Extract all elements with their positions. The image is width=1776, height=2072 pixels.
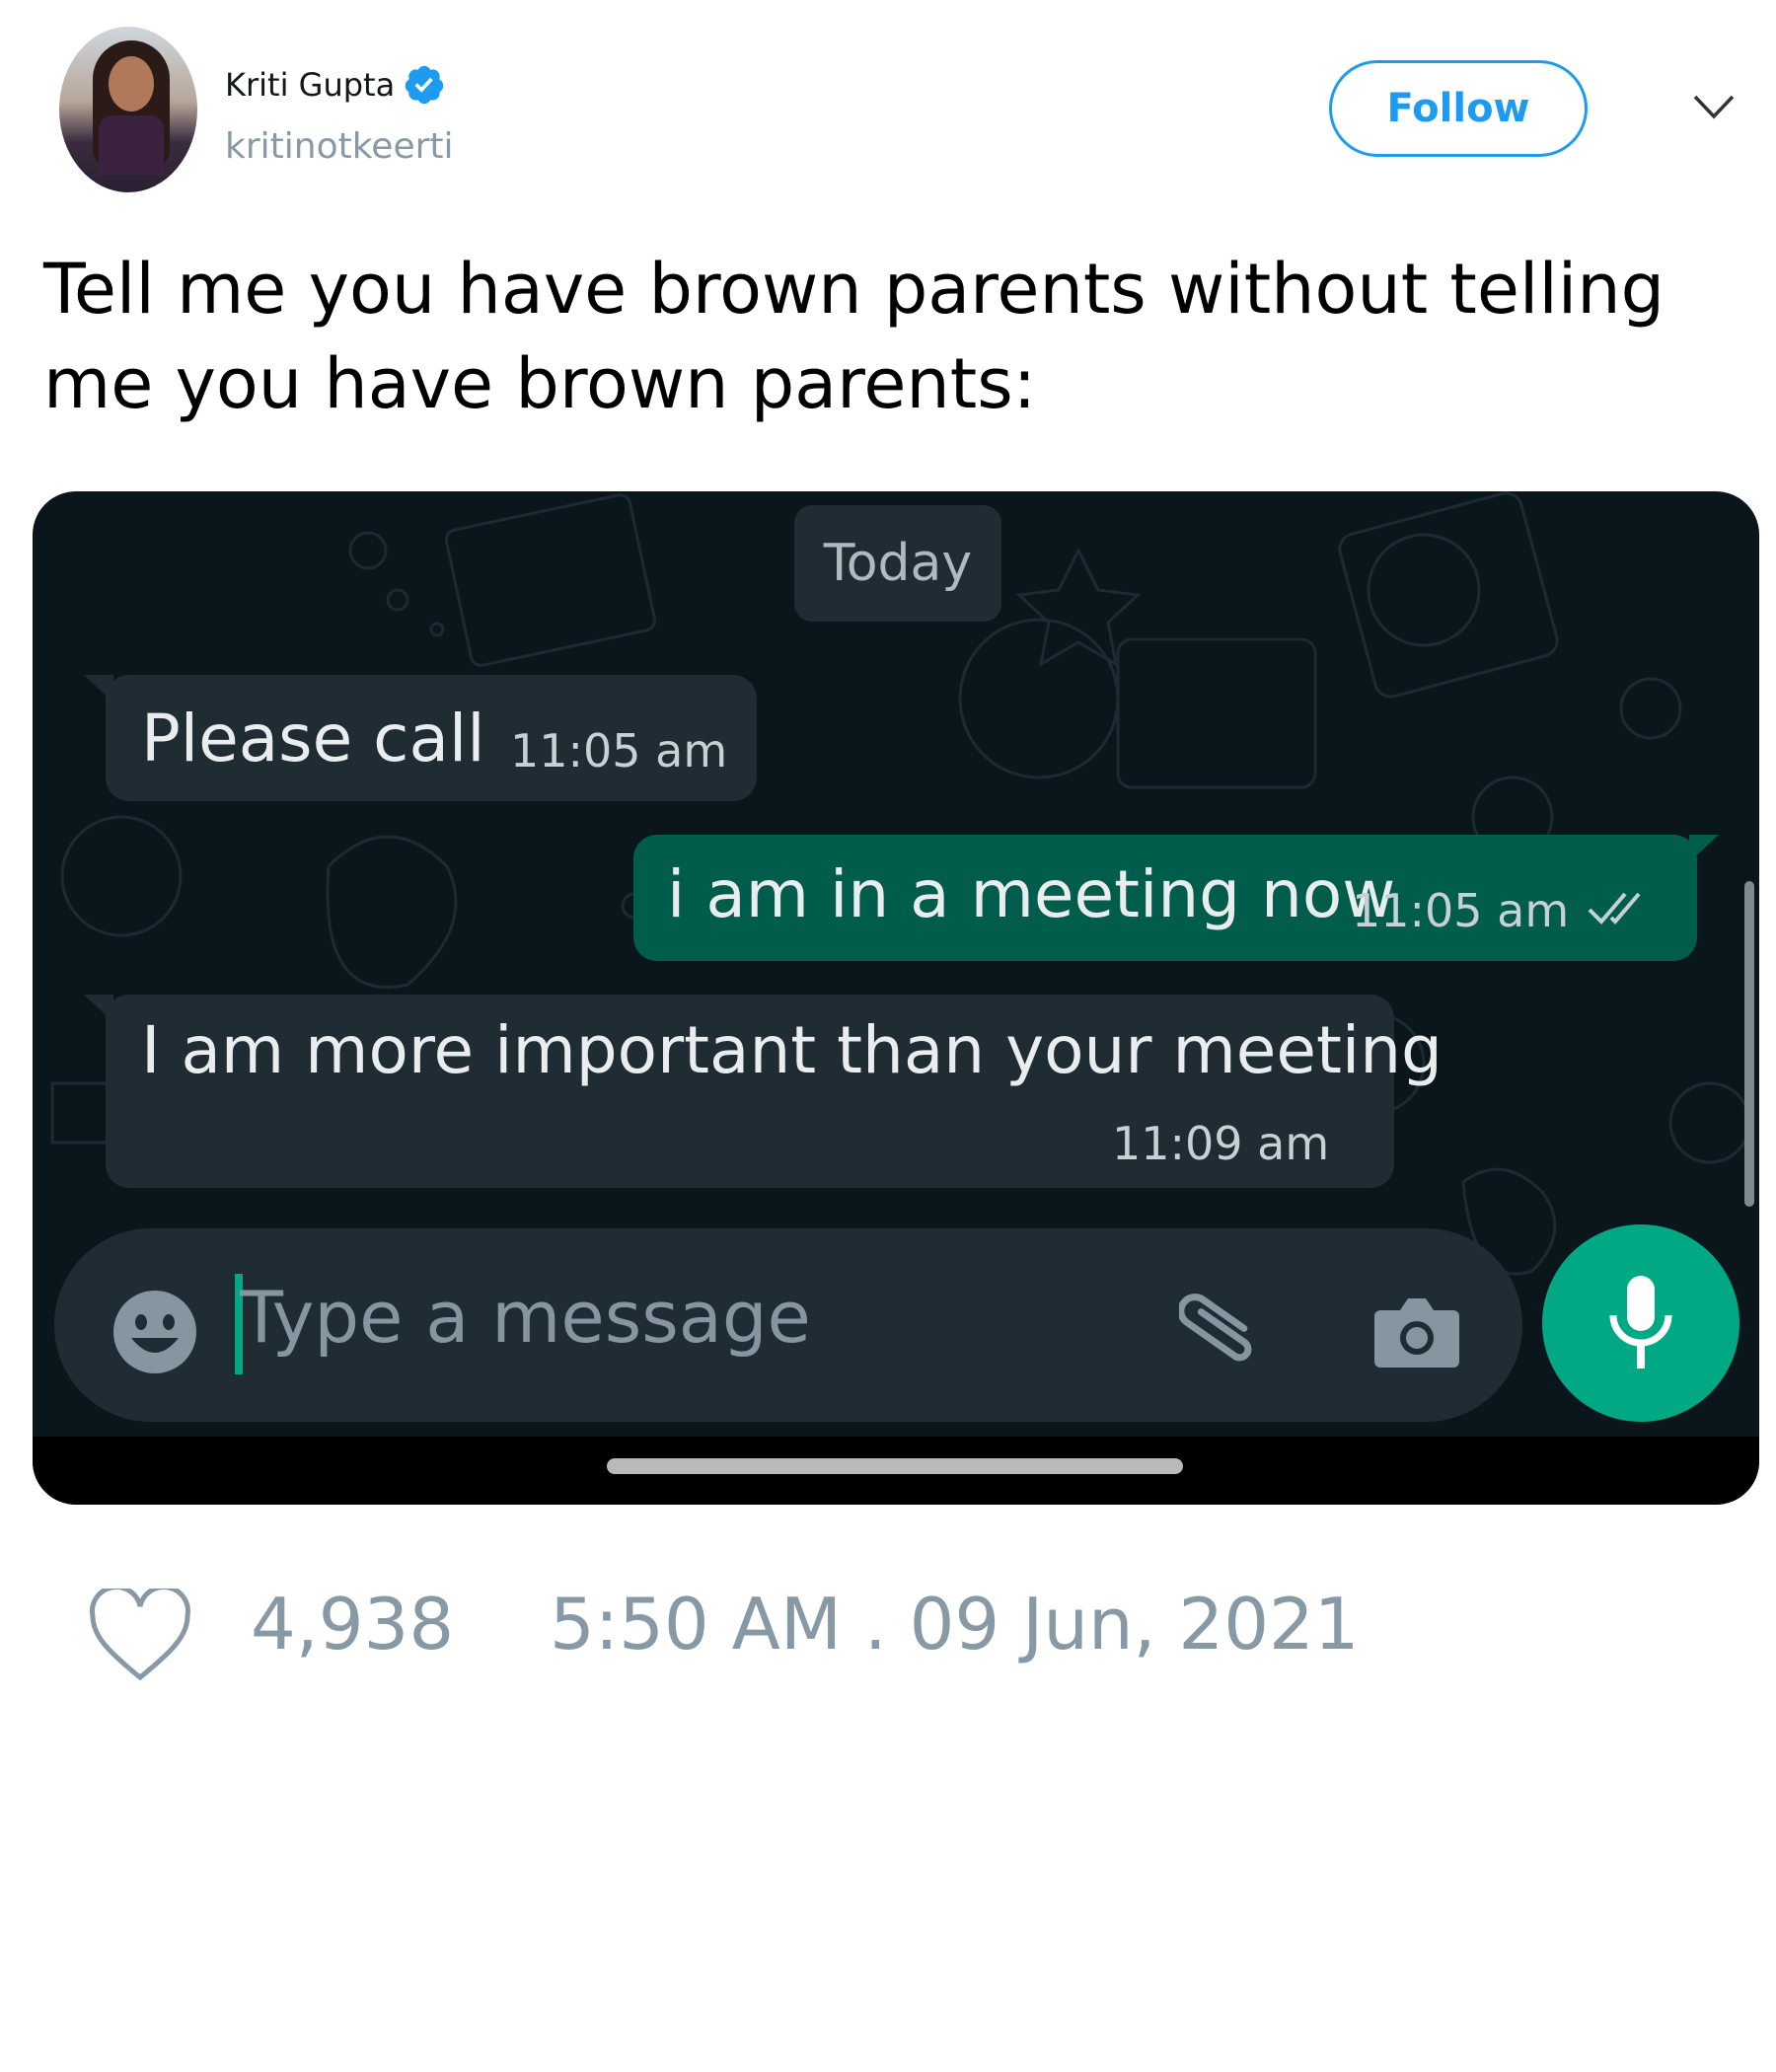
- bubble-tail: [1689, 835, 1719, 862]
- camera-icon[interactable]: [1372, 1291, 1461, 1371]
- follow-button[interactable]: Follow: [1329, 60, 1588, 157]
- tweet-text: Tell me you have brown parents without t…: [43, 249, 1665, 424]
- display-name-text: Kriti Gupta: [225, 66, 396, 104]
- avatar-face: [109, 56, 154, 111]
- verified-badge-icon: [405, 65, 444, 105]
- bubble-tail: [84, 675, 113, 703]
- message-bubble-incoming[interactable]: I am more important than your meeting 11…: [84, 995, 1443, 1188]
- message-input[interactable]: Type a message: [240, 1276, 811, 1359]
- bubble-tail: [84, 995, 113, 1022]
- message-time: 11:05 am: [1352, 884, 1570, 937]
- smiley-icon[interactable]: [111, 1289, 198, 1375]
- message-time: 11:05 am: [510, 724, 728, 777]
- chevron-down-icon[interactable]: [1689, 89, 1739, 128]
- paperclip-icon[interactable]: [1179, 1287, 1268, 1375]
- like-count: 4,938: [251, 1583, 455, 1665]
- date-divider: Today: [794, 505, 1001, 622]
- message-text: Please call: [141, 701, 485, 777]
- microphone-icon: [1609, 1276, 1672, 1369]
- tweet-timestamp[interactable]: 5:50 AM . 09 Jun, 2021: [550, 1583, 1360, 1665]
- scrollbar[interactable]: [1744, 881, 1754, 1207]
- tweet-media-image[interactable]: Today Please call 11:05 am i am in a mee…: [33, 491, 1759, 1505]
- voice-message-button[interactable]: [1542, 1224, 1739, 1422]
- display-name[interactable]: Kriti Gupta: [225, 63, 446, 107]
- heart-icon[interactable]: [89, 1589, 191, 1683]
- message-text: i am in a meeting now: [667, 856, 1396, 932]
- avatar[interactable]: [59, 27, 197, 192]
- message-bubble-outgoing[interactable]: i am in a meeting now 11:05 am: [633, 835, 1719, 961]
- message-time: 11:09 am: [1112, 1117, 1330, 1170]
- home-indicator[interactable]: [607, 1458, 1183, 1474]
- double-check-icon: [1588, 892, 1641, 925]
- message-text: I am more important than your meeting: [141, 1012, 1443, 1088]
- message-bubble-incoming[interactable]: Please call 11:05 am: [84, 675, 757, 801]
- avatar-body: [99, 115, 164, 175]
- user-handle[interactable]: kritinotkeerti: [225, 126, 454, 167]
